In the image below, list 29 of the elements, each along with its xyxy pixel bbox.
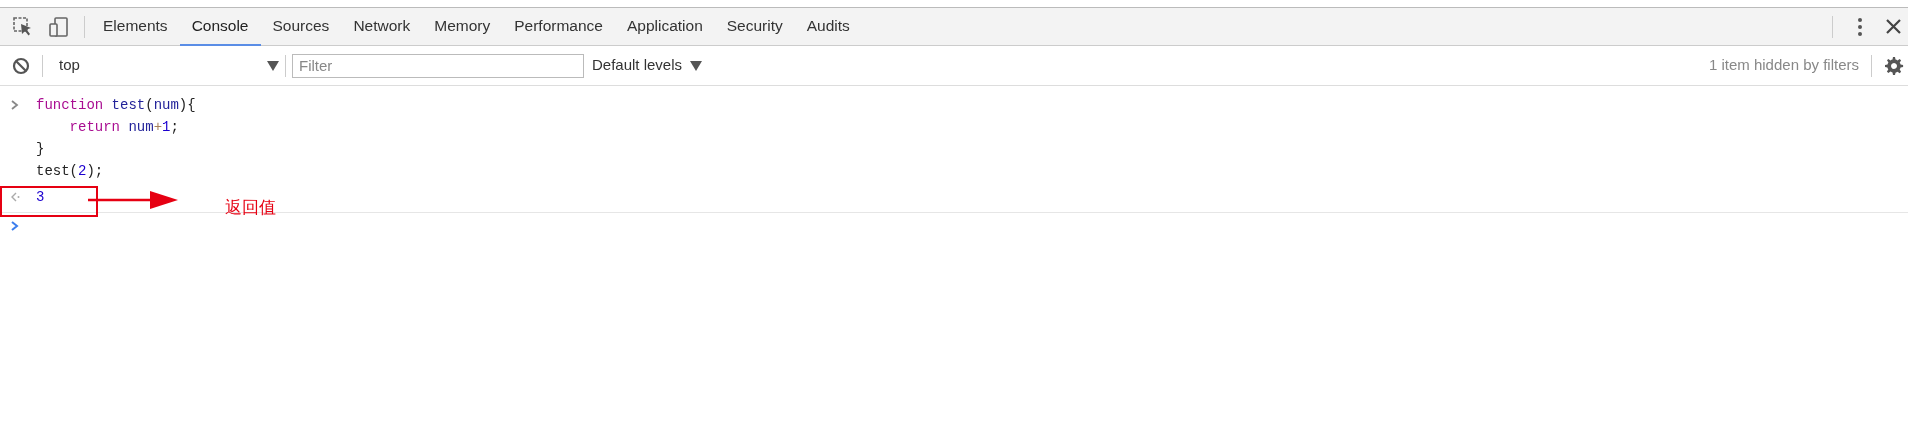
code-line: test(2); xyxy=(36,162,104,181)
levels-dropdown[interactable]: Default levels xyxy=(592,54,703,77)
prompt-chevron-icon[interactable] xyxy=(10,221,19,231)
tab[interactable]: Audits xyxy=(794,7,862,46)
dropdown-arrow-icon xyxy=(690,59,703,72)
clear-console-icon[interactable] xyxy=(12,56,30,75)
result-arrow-icon xyxy=(10,192,20,202)
tab[interactable]: Application xyxy=(614,7,715,46)
dropdown-arrow-icon xyxy=(267,59,279,72)
more-menu-icon[interactable] xyxy=(1857,16,1863,37)
tab[interactable]: Performance xyxy=(502,7,615,46)
tab[interactable]: Elements xyxy=(91,7,180,46)
tab[interactable]: Sources xyxy=(260,7,342,46)
settings-icon[interactable] xyxy=(1884,55,1904,76)
filter-field[interactable]: Filter xyxy=(292,53,584,78)
tab[interactable]: Console xyxy=(179,7,261,46)
code-line: } xyxy=(36,140,45,159)
code-line: function test(num){ xyxy=(36,96,196,115)
code-line: return num+1; xyxy=(69,118,179,137)
input-chevron-icon xyxy=(10,100,19,110)
close-icon[interactable] xyxy=(1885,18,1902,35)
tab[interactable]: Security xyxy=(714,7,795,46)
hidden-items-note: 1 item hidden by filters xyxy=(1708,55,1859,76)
device-icon[interactable] xyxy=(48,15,70,38)
context-selector[interactable]: top xyxy=(49,54,279,77)
result-value: 3 xyxy=(36,188,45,207)
tab[interactable]: Network xyxy=(341,7,423,46)
annotation-label: 返回值 xyxy=(225,196,276,218)
tab[interactable]: Memory xyxy=(422,7,503,46)
